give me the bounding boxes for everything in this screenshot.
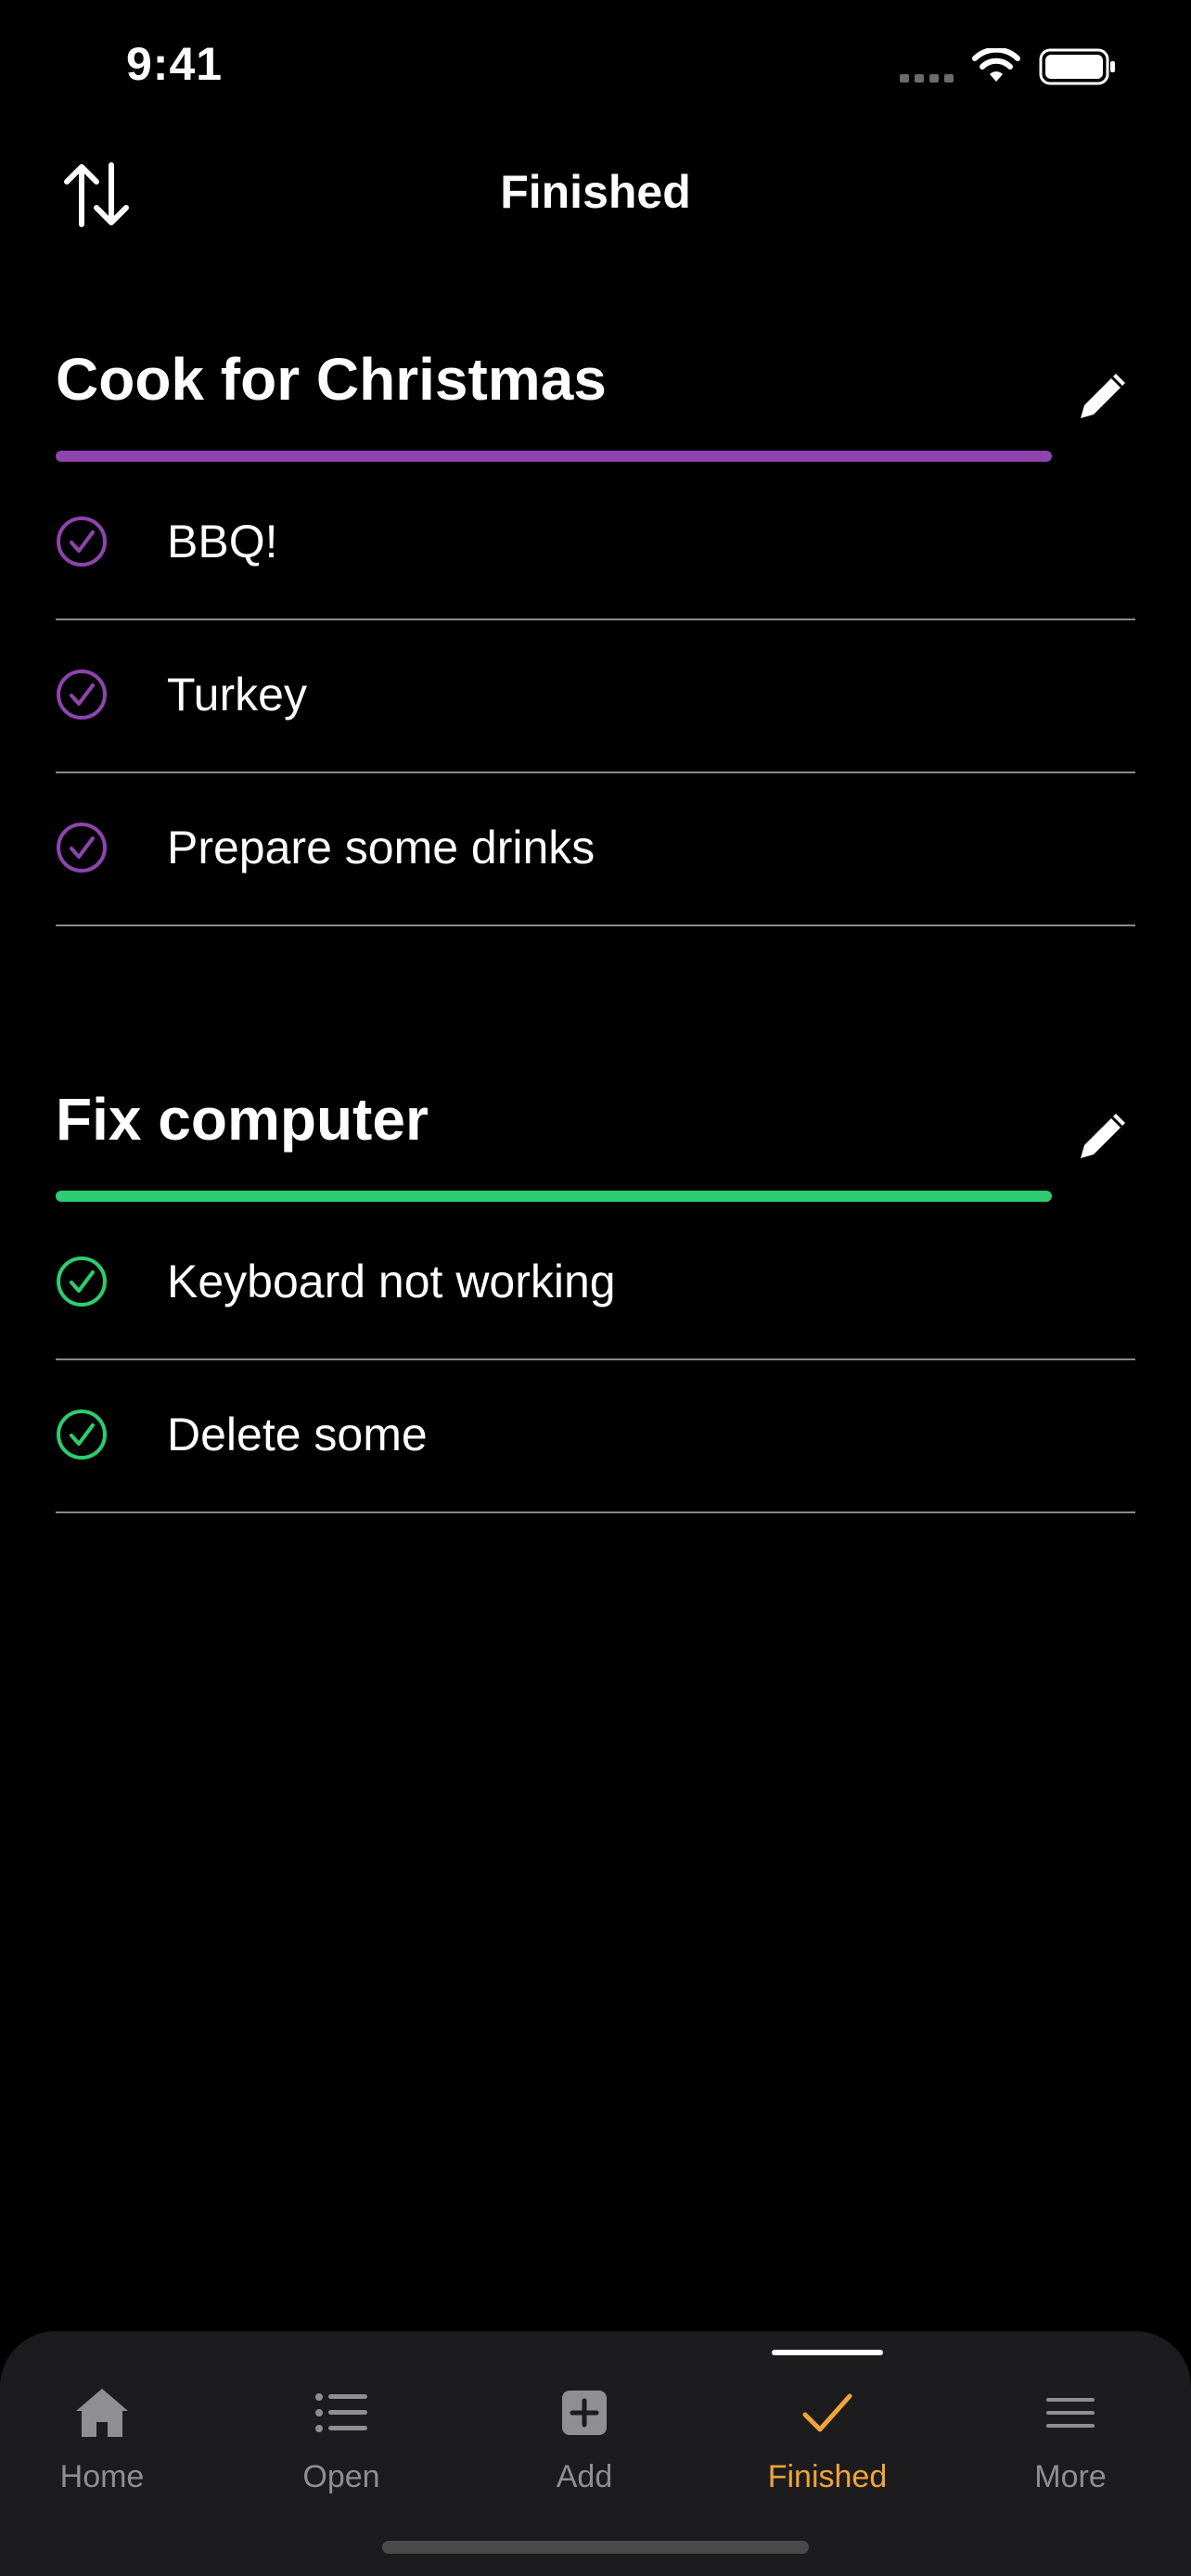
check-circle-icon[interactable] (56, 822, 108, 874)
tab-add[interactable]: Add (482, 2331, 686, 2517)
list-item[interactable]: Turkey (56, 620, 1135, 773)
task-group: Fix computer Keyboard not working Delete… (56, 1085, 1135, 1549)
plus-square-icon (551, 2379, 618, 2446)
group-title: Cook for Christmas (56, 346, 607, 413)
checkmark-icon (794, 2379, 861, 2446)
tab-finished[interactable]: Finished (725, 2331, 929, 2517)
task-list: Keyboard not working Delete some (56, 1207, 1135, 1513)
nav-bar: Finished (0, 139, 1191, 245)
tab-home[interactable]: Home (0, 2331, 204, 2517)
list-item[interactable]: Prepare some drinks (56, 773, 1135, 926)
tab-open[interactable]: Open (239, 2331, 443, 2517)
home-indicator[interactable] (382, 2541, 809, 2554)
tab-more[interactable]: More (968, 2331, 1172, 2517)
list-icon (308, 2379, 375, 2446)
item-label: Delete some (167, 1409, 428, 1460)
edit-button[interactable] (1070, 1103, 1135, 1168)
list-item[interactable]: BBQ! (56, 467, 1135, 620)
battery-icon (1039, 48, 1115, 85)
group-progress-bar (56, 451, 1052, 462)
house-icon (69, 2379, 135, 2446)
item-label: Turkey (167, 669, 307, 721)
tab-label: Add (556, 2459, 613, 2494)
check-circle-icon[interactable] (56, 1409, 108, 1460)
task-list: BBQ! Turkey Prepare some drinks (56, 467, 1135, 926)
tab-label: Home (59, 2459, 145, 2494)
group-progress-bar (56, 1191, 1052, 1202)
edit-button[interactable] (1070, 363, 1135, 428)
tab-label: More (1034, 2459, 1107, 2494)
wifi-icon (972, 48, 1020, 82)
status-time: 9:41 (126, 38, 224, 90)
active-tab-indicator (772, 2350, 883, 2355)
item-label: Keyboard not working (167, 1256, 616, 1307)
check-circle-icon[interactable] (56, 1256, 108, 1307)
item-label: Prepare some drinks (167, 822, 596, 874)
menu-icon (1037, 2379, 1104, 2446)
check-circle-icon[interactable] (56, 516, 108, 567)
status-bar: 9:41 (0, 0, 1191, 139)
page-title: Finished (500, 166, 691, 218)
list-item[interactable]: Keyboard not working (56, 1207, 1135, 1360)
group-title: Fix computer (56, 1086, 429, 1153)
task-group: Cook for Christmas BBQ! Turkey Prepare s… (56, 345, 1135, 966)
check-circle-icon[interactable] (56, 669, 108, 721)
tab-label: Open (302, 2459, 380, 2494)
pencil-icon (1081, 1114, 1125, 1158)
signal-icon (900, 74, 954, 83)
pencil-icon (1081, 374, 1125, 418)
tab-label: Finished (767, 2459, 888, 2494)
list-item[interactable]: Delete some (56, 1360, 1135, 1513)
tab-bar: Home Open Add Finished More (0, 2331, 1191, 2576)
item-label: BBQ! (167, 516, 278, 567)
